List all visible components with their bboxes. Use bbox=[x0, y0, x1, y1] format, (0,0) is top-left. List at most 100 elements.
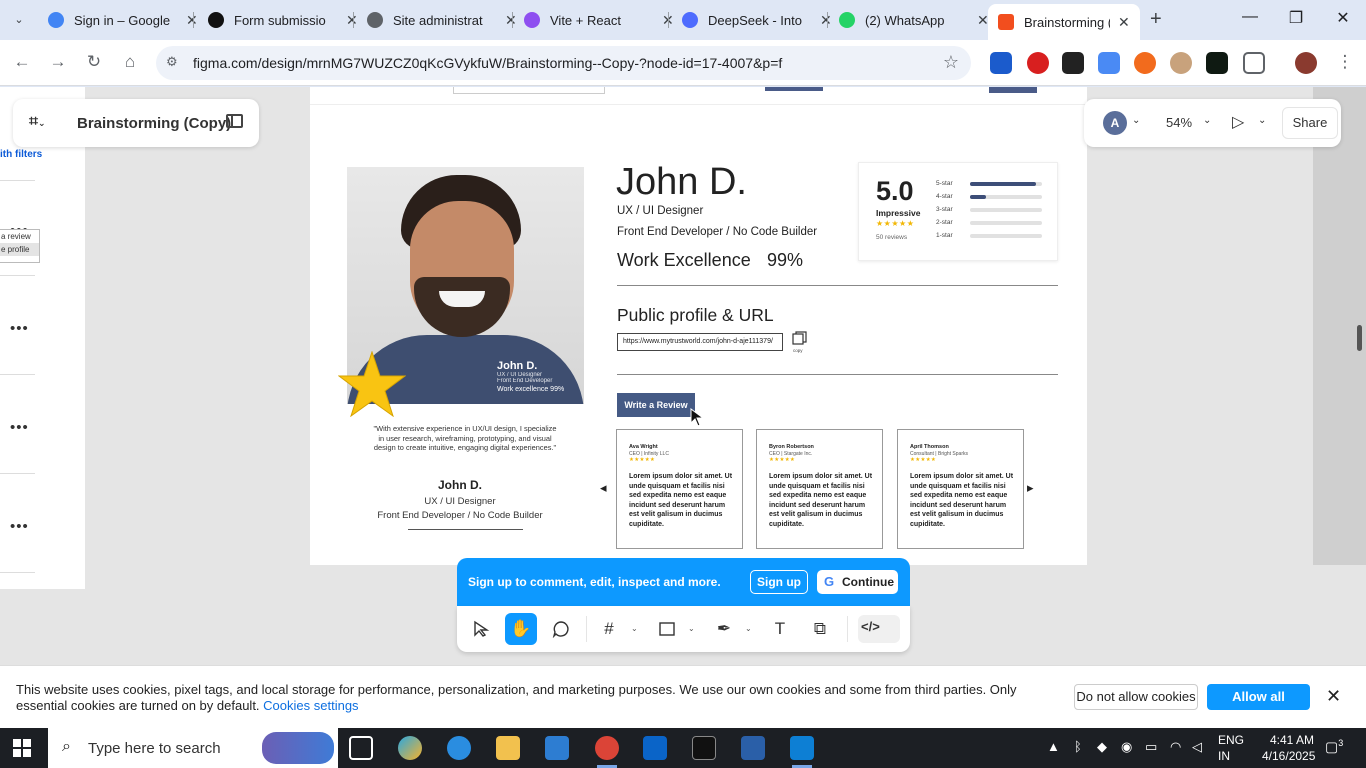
bookmark-star-icon[interactable]: ☆ bbox=[943, 52, 959, 73]
extension-react-icon[interactable] bbox=[990, 52, 1012, 74]
chrome-icon[interactable] bbox=[595, 736, 619, 760]
more-options-icon[interactable]: ••• bbox=[10, 518, 29, 535]
dev-mode-toggle[interactable]: </> bbox=[858, 615, 900, 643]
chevron-down-icon[interactable]: ⌄ bbox=[631, 624, 638, 633]
copy-icon[interactable] bbox=[792, 331, 808, 345]
present-play-icon[interactable]: ▷ bbox=[1232, 112, 1244, 132]
minimize-icon[interactable]: — bbox=[1227, 8, 1273, 26]
file-explorer-icon[interactable] bbox=[496, 736, 520, 760]
chevron-down-icon[interactable]: ⌄ bbox=[745, 624, 752, 633]
store-icon[interactable] bbox=[545, 736, 569, 760]
canvas-scrollbar[interactable] bbox=[1357, 325, 1362, 351]
share-button[interactable]: Share bbox=[1282, 107, 1338, 139]
url-omnibox[interactable]: ⚙ figma.com/design/mrnMG7WUZCZ0qKcGVykfu… bbox=[156, 46, 971, 80]
deny-cookies-button[interactable]: Do not allow cookies bbox=[1074, 684, 1198, 710]
tab-brainstorming[interactable]: Brainstorming (C ✕ bbox=[988, 4, 1140, 40]
carousel-prev-icon[interactable]: ◂ bbox=[600, 480, 607, 496]
allow-cookies-button[interactable]: Allow all cookies bbox=[1207, 684, 1310, 730]
frame-tool-icon[interactable]: # bbox=[593, 613, 625, 645]
notification-center-icon[interactable]: ▢3 bbox=[1325, 738, 1343, 756]
tab-form-submission[interactable]: Form submissio ✕ bbox=[198, 4, 368, 36]
continue-with-google-button[interactable]: G Continue bbox=[817, 570, 898, 594]
public-profile-title: Public profile & URL bbox=[617, 305, 774, 325]
extension-monitor-icon[interactable] bbox=[1206, 52, 1228, 74]
camera-icon[interactable]: ◉ bbox=[1121, 739, 1132, 755]
extension-avatar-icon[interactable] bbox=[1170, 52, 1192, 74]
new-tab-plus-icon[interactable]: + bbox=[1150, 8, 1162, 31]
tab-vite-react[interactable]: Vite + React ✕ bbox=[514, 4, 684, 36]
tab-whatsapp[interactable]: (2) WhatsApp ✕ bbox=[829, 4, 999, 36]
more-options-icon[interactable]: ••• bbox=[10, 320, 29, 337]
window-close-icon[interactable]: ✕ bbox=[1320, 8, 1366, 28]
task-view-icon[interactable] bbox=[349, 736, 373, 760]
chevron-down-icon[interactable]: ⌄ bbox=[1132, 115, 1140, 126]
signup-prompt-bar: Sign up to comment, edit, inspect and mo… bbox=[457, 558, 910, 606]
app-icon[interactable] bbox=[741, 736, 765, 760]
write-review-button[interactable]: Write a Review bbox=[617, 393, 695, 417]
browser-menu-icon[interactable]: ⋮ bbox=[1333, 52, 1357, 72]
url-text: figma.com/design/mrnMG7WUZCZ0qKcGVykfuW/… bbox=[193, 55, 783, 71]
reload-icon[interactable]: ↻ bbox=[82, 52, 106, 72]
chevron-down-icon[interactable]: ⌄ bbox=[688, 624, 695, 633]
figma-menu-icon[interactable]: ⌗⌄ bbox=[29, 113, 46, 131]
pen-tool-icon[interactable]: ✒ bbox=[708, 613, 740, 645]
extension-pen-icon[interactable] bbox=[1062, 52, 1084, 74]
sign-up-button[interactable]: Sign up bbox=[750, 570, 808, 594]
back-arrow-icon[interactable]: ← bbox=[10, 52, 34, 72]
extensions-puzzle-icon[interactable] bbox=[1243, 52, 1265, 74]
close-icon[interactable]: ✕ bbox=[346, 12, 358, 29]
close-icon[interactable]: ✕ bbox=[186, 12, 198, 29]
resources-tool-icon[interactable]: ⧉ bbox=[804, 613, 836, 645]
outlook-icon[interactable] bbox=[643, 736, 667, 760]
close-icon[interactable]: ✕ bbox=[1118, 14, 1130, 31]
terminal-icon[interactable] bbox=[692, 736, 716, 760]
tab-deepseek[interactable]: DeepSeek - Into ✕ bbox=[672, 4, 842, 36]
tab-google-signin[interactable]: Sign in – Google ✕ bbox=[38, 4, 208, 36]
toggle-sidebar-icon[interactable] bbox=[226, 114, 243, 128]
hand-tool-icon[interactable]: ✋ bbox=[505, 613, 537, 645]
extension-orange-icon[interactable] bbox=[1134, 52, 1156, 74]
text-tool-icon[interactable]: T bbox=[764, 613, 796, 645]
shield-icon[interactable]: ◆ bbox=[1097, 739, 1107, 755]
profile-frame[interactable]: John D. UX / UI Designer Front End Devel… bbox=[310, 87, 1087, 565]
close-icon[interactable]: ✕ bbox=[1326, 686, 1341, 707]
cookies-settings-link[interactable]: Cookies settings bbox=[263, 698, 358, 713]
bluetooth-icon[interactable]: ᛒ bbox=[1074, 739, 1082, 754]
profile-url-field[interactable]: https://www.mytrustworld.com/john-d-aje1… bbox=[617, 333, 783, 351]
zoom-level[interactable]: 54% bbox=[1166, 115, 1192, 130]
extension-adblock-icon[interactable] bbox=[1027, 52, 1049, 74]
chevron-down-icon[interactable]: ⌄ bbox=[1258, 115, 1266, 126]
edge-icon[interactable] bbox=[447, 736, 471, 760]
rating-stars: ★★★★★ bbox=[876, 219, 915, 228]
copilot-icon[interactable] bbox=[398, 736, 422, 760]
battery-icon[interactable]: ▭ bbox=[1145, 739, 1157, 755]
volume-icon[interactable]: ◁ bbox=[1192, 739, 1202, 755]
network-icon[interactable]: ▲ bbox=[1047, 739, 1060, 754]
clock[interactable]: 4:41 AM 4/16/2025 bbox=[1262, 732, 1315, 764]
site-info-icon[interactable]: ⚙ bbox=[166, 54, 178, 70]
windows-start-icon[interactable] bbox=[13, 739, 32, 758]
language-indicator[interactable]: ENG IN bbox=[1218, 732, 1244, 764]
tab-search-chevron-icon[interactable]: ⌄ bbox=[8, 10, 30, 30]
menu-item[interactable]: e profile bbox=[0, 243, 39, 256]
rectangle-tool-icon[interactable] bbox=[651, 613, 683, 645]
profile-avatar-icon[interactable] bbox=[1295, 52, 1317, 74]
extension-translate-icon[interactable] bbox=[1098, 52, 1120, 74]
close-icon[interactable]: ✕ bbox=[977, 12, 989, 29]
vscode-icon[interactable] bbox=[790, 736, 814, 760]
restore-icon[interactable]: ❐ bbox=[1273, 8, 1319, 28]
menu-item[interactable]: a review bbox=[0, 230, 39, 243]
wifi-icon[interactable]: ◠ bbox=[1170, 739, 1181, 755]
chevron-down-icon[interactable]: ⌄ bbox=[1203, 115, 1211, 126]
forward-arrow-icon[interactable]: → bbox=[46, 52, 70, 72]
move-tool-icon[interactable] bbox=[465, 613, 497, 645]
carousel-next-icon[interactable]: ▸ bbox=[1027, 480, 1034, 496]
home-icon[interactable]: ⌂ bbox=[118, 52, 142, 72]
comment-tool-icon[interactable] bbox=[545, 613, 577, 645]
more-options-icon[interactable]: ••• bbox=[10, 419, 29, 436]
user-avatar[interactable]: A bbox=[1103, 111, 1127, 135]
tab-label: Form submissio bbox=[234, 12, 326, 28]
tab-site-admin[interactable]: Site administrat ✕ bbox=[357, 4, 527, 36]
file-title[interactable]: Brainstorming (Copy) bbox=[77, 115, 231, 132]
taskbar-search-box[interactable]: ⌕ Type here to search bbox=[48, 728, 338, 768]
